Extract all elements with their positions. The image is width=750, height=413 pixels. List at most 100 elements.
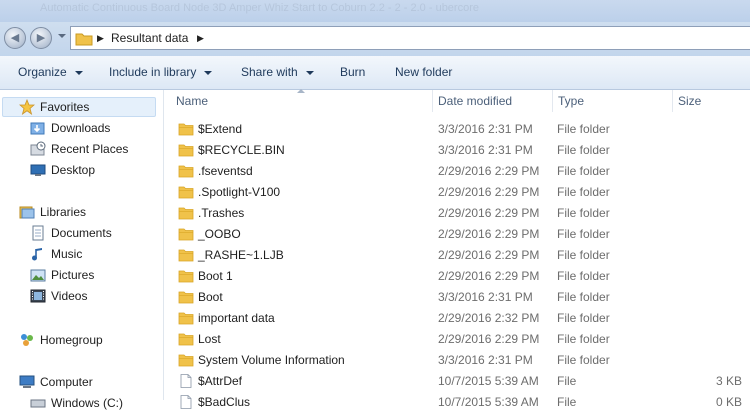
file-type: File folder <box>557 269 610 283</box>
table-row[interactable]: Lost 2/29/2016 2:29 PM File folder <box>164 329 750 350</box>
file-type: File folder <box>557 206 610 220</box>
burn-label: Burn <box>340 65 366 79</box>
table-row[interactable]: _RASHE~1.LJB 2/29/2016 2:29 PM File folder <box>164 245 750 266</box>
new-folder-button[interactable]: New folder <box>395 65 452 79</box>
folder-icon <box>178 249 194 262</box>
chevron-down-icon <box>305 70 314 75</box>
file-name: _RASHE~1.LJB <box>198 248 284 262</box>
share-with-label: Share with <box>241 65 298 79</box>
chevron-down-icon <box>204 70 213 75</box>
table-row[interactable]: Boot 3/3/2016 2:31 PM File folder <box>164 287 750 308</box>
window-title-bar: Automatic Continuous Board Node 3D Amper… <box>0 0 750 22</box>
folder-icon <box>178 165 194 178</box>
file-name: Boot 1 <box>198 269 233 283</box>
breadcrumb-separator-icon[interactable]: ▶ <box>197 33 204 44</box>
pictures-icon <box>30 269 46 282</box>
file-name: $RECYCLE.BIN <box>198 143 285 157</box>
file-type: File folder <box>557 290 610 304</box>
folder-icon <box>75 33 93 46</box>
table-row[interactable]: _OOBO 2/29/2016 2:29 PM File folder <box>164 224 750 245</box>
back-arrow-icon: ◀ <box>10 32 20 44</box>
back-button[interactable]: ◀ <box>4 27 26 49</box>
sidebar-item-label: Desktop <box>51 163 96 177</box>
folder-icon <box>178 207 194 220</box>
column-divider[interactable] <box>432 90 433 112</box>
file-type: File folder <box>557 248 610 262</box>
column-header-date[interactable]: Date modified <box>438 94 512 108</box>
new-folder-label: New folder <box>395 65 453 79</box>
file-type: File folder <box>557 332 610 346</box>
table-row[interactable]: .Trashes 2/29/2016 2:29 PM File folder <box>164 203 750 224</box>
navigation-pane: Favorites Downloads Recent Places Deskto… <box>0 90 164 410</box>
command-bar: Organize Include in library Share with B… <box>0 56 750 90</box>
file-date-modified: 2/29/2016 2:29 PM <box>438 206 540 220</box>
homegroup-icon <box>21 334 33 346</box>
window-title: Automatic Continuous Board Node 3D Amper… <box>40 2 479 14</box>
table-row[interactable]: $RECYCLE.BIN 3/3/2016 2:31 PM File folder <box>164 140 750 161</box>
column-header-type[interactable]: Type <box>558 94 584 108</box>
share-with-button[interactable]: Share with <box>241 65 314 79</box>
forward-arrow-icon: ▶ <box>36 32 46 44</box>
file-date-modified: 2/29/2016 2:29 PM <box>438 269 540 283</box>
chevron-down-icon <box>74 70 83 75</box>
file-name: $BadClus <box>198 395 251 409</box>
sidebar-item-label: Downloads <box>51 121 111 135</box>
file-date-modified: 10/7/2015 5:39 AM <box>438 374 539 388</box>
sidebar-item-label: Windows (C:) <box>51 396 124 410</box>
include-in-library-button[interactable]: Include in library <box>109 65 213 79</box>
file-date-modified: 2/29/2016 2:32 PM <box>438 311 540 325</box>
file-date-modified: 2/29/2016 2:29 PM <box>438 185 540 199</box>
file-name: .fseventsd <box>198 164 253 178</box>
file-date-modified: 3/3/2016 2:31 PM <box>438 353 533 367</box>
folder-icon <box>178 354 194 367</box>
folder-icon <box>178 186 194 199</box>
music-icon <box>32 248 42 261</box>
forward-button[interactable]: ▶ <box>30 27 52 49</box>
table-row[interactable]: $Extend 3/3/2016 2:31 PM File folder <box>164 119 750 140</box>
file-date-modified: 2/29/2016 2:29 PM <box>438 332 540 346</box>
file-date-modified: 3/3/2016 2:31 PM <box>438 122 533 136</box>
column-header-name[interactable]: Name <box>176 94 208 108</box>
file-size: 3 KB <box>715 374 742 388</box>
table-row[interactable]: .fseventsd 2/29/2016 2:29 PM File folder <box>164 161 750 182</box>
burn-button[interactable]: Burn <box>340 65 365 79</box>
address-row: ◀ ▶ ▶ Resultant data ▶ <box>0 22 750 56</box>
file-type: File folder <box>557 185 610 199</box>
table-row[interactable]: .Spotlight-V100 2/29/2016 2:29 PM File fol… <box>164 182 750 203</box>
recent-pages-dropdown-icon[interactable] <box>58 34 66 38</box>
folder-icon <box>178 228 194 241</box>
folder-icon <box>178 333 194 346</box>
table-row[interactable]: important data 2/29/2016 2:32 PM File fold… <box>164 308 750 329</box>
file-icon <box>180 374 192 388</box>
file-date-modified: 3/3/2016 2:31 PM <box>438 290 533 304</box>
sidebar-item-label: Videos <box>51 289 88 303</box>
column-header-row: Name Date modified Type Size <box>164 89 750 112</box>
file-type: File folder <box>557 227 610 241</box>
table-row[interactable]: $AttrDef 10/7/2015 5:39 AM File 3 KB <box>164 371 750 392</box>
organize-button[interactable]: Organize <box>18 65 83 79</box>
desktop-icon <box>30 164 46 176</box>
folder-icon <box>178 270 194 283</box>
breadcrumb-separator-icon[interactable]: ▶ <box>97 33 104 44</box>
file-date-modified: 2/29/2016 2:29 PM <box>438 164 540 178</box>
breadcrumb-item[interactable]: Resultant data <box>111 31 188 45</box>
file-name: $Extend <box>198 122 243 136</box>
file-type: File folder <box>557 122 610 136</box>
address-bar[interactable]: ▶ Resultant data ▶ <box>70 26 750 50</box>
drive-icon <box>30 399 46 408</box>
file-name: .Spotlight-V100 <box>198 185 281 199</box>
file-date-modified: 2/29/2016 2:29 PM <box>438 248 540 262</box>
file-type: File folder <box>557 143 610 157</box>
table-row[interactable]: Boot 1 2/29/2016 2:29 PM File folder <box>164 266 750 287</box>
column-divider[interactable] <box>552 90 553 112</box>
file-type: File folder <box>557 164 610 178</box>
folder-icon <box>178 291 194 304</box>
sidebar-item-label: Recent Places <box>51 142 129 156</box>
column-divider[interactable] <box>672 90 673 112</box>
table-row[interactable]: $BadClus 10/7/2015 5:39 AM File 0 KB <box>164 392 750 413</box>
organize-label: Organize <box>18 65 67 79</box>
column-header-size[interactable]: Size <box>678 94 701 108</box>
file-name: Lost <box>198 332 221 346</box>
table-row[interactable]: System Volume Information 3/3/2016 2:31 P… <box>164 350 750 371</box>
include-in-library-label: Include in library <box>109 65 197 79</box>
